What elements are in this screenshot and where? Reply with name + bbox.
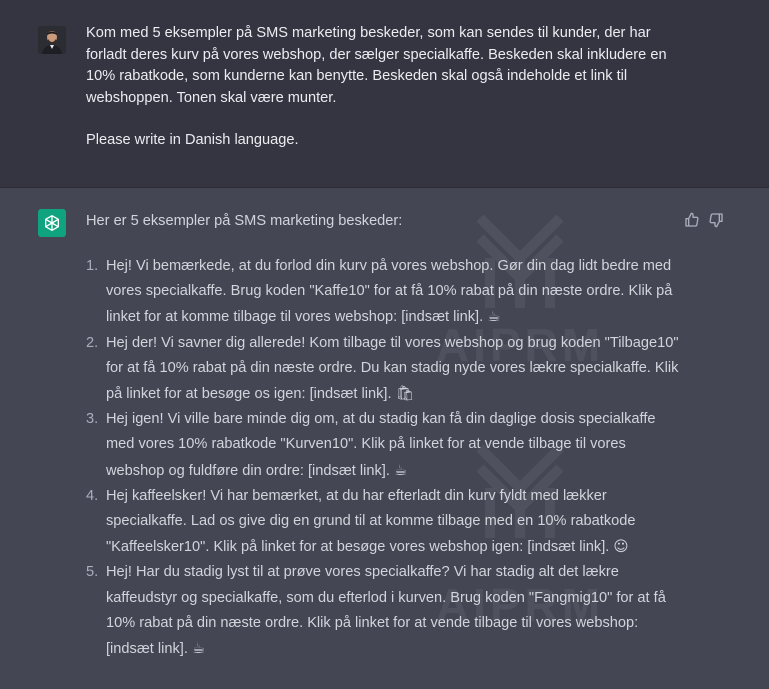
thumbs-up-icon[interactable] [684, 212, 700, 228]
thumbs-down-icon[interactable] [708, 212, 724, 228]
list-item: 2. Hej der! Vi savner dig allerede! Kom … [86, 331, 682, 408]
user-prompt-language: Please write in Danish language. [86, 132, 299, 148]
assistant-message: AIPRM AIPRM Her er 5 eksempler på SMS ma… [0, 188, 769, 689]
list-item: 4. Hej kaffeelsker! Vi har bemærket, at … [86, 484, 682, 561]
list-number: 4. [86, 487, 99, 504]
person-icon [38, 26, 66, 54]
list-number: 5. [86, 564, 99, 581]
list-number: 2. [86, 334, 99, 351]
user-prompt: Kom med 5 eksempler på SMS marketing bes… [86, 23, 686, 152]
feedback-buttons [684, 212, 724, 228]
assistant-intro: Her er 5 eksempler på SMS marketing besk… [86, 213, 403, 229]
smiling-face-emoji-icon: ☺ [613, 538, 629, 556]
shopping-bags-emoji-icon: 🛍 [395, 385, 415, 403]
list-item: 5. Hej! Har du stadig lyst til at prøve … [86, 560, 682, 662]
coffee-emoji-icon: ☕ [191, 640, 206, 658]
list-item-text: Hej! Vi bemærkede, at du forlod din kurv… [106, 258, 673, 326]
coffee-emoji-icon: ☕ [487, 308, 501, 326]
openai-logo-icon [38, 209, 66, 237]
sms-examples-list: 1. Hej! Vi bemærkede, at du forlod din k… [86, 254, 682, 662]
user-message: Kom med 5 eksempler på SMS marketing bes… [0, 0, 769, 188]
list-number: 3. [86, 411, 99, 428]
list-item-text: Hej! Har du stadig lyst til at prøve vor… [106, 564, 666, 658]
list-item: 1. Hej! Vi bemærkede, at du forlod din k… [86, 254, 682, 331]
coffee-emoji-icon: ☕ [393, 461, 408, 479]
list-item: 3. Hej igen! Vi ville bare minde dig om,… [86, 407, 682, 484]
list-item-text: Hej kaffeelsker! Vi har bemærket, at du … [106, 487, 636, 556]
user-prompt-paragraph: Kom med 5 eksempler på SMS marketing bes… [86, 25, 667, 106]
user-avatar [38, 26, 66, 54]
list-item-text: Hej der! Vi savner dig allerede! Kom til… [106, 334, 679, 403]
openai-knot-icon [45, 215, 59, 231]
list-number: 1. [86, 258, 99, 274]
list-item-text: Hej igen! Vi ville bare minde dig om, at… [106, 411, 656, 479]
